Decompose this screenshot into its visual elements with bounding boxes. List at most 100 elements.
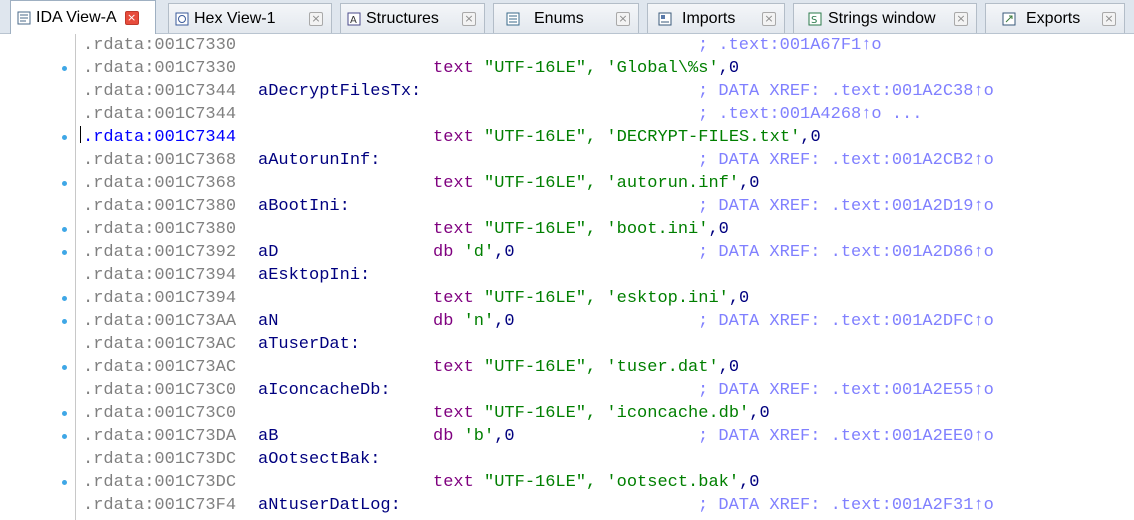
line-label-name[interactable]: aN xyxy=(258,310,278,333)
close-icon[interactable]: × xyxy=(762,11,776,26)
line-comment[interactable]: ; .text:001A67F1↑o xyxy=(698,34,882,57)
listing-line[interactable]: .rdata:001C7380 aBootIni: ; DATA XREF: .te… xyxy=(80,195,1134,218)
line-comment[interactable]: ; DATA XREF: .text:001A2CB2↑o xyxy=(698,149,994,172)
listing-line[interactable]: .rdata:001C7368 text "UTF-16LE", 'autorun… xyxy=(80,172,1134,195)
line-label-name[interactable]: aDecryptFilesTx: xyxy=(258,80,421,103)
line-address[interactable]: .rdata:001C73DA xyxy=(83,425,236,448)
line-comment[interactable]: ; DATA XREF: .text:001A2DFC↑o xyxy=(698,310,994,333)
tab-ida-view-a[interactable]: IDA View-A × xyxy=(10,0,156,34)
line-comment[interactable]: ; DATA XREF: .text:001A2E55↑o xyxy=(698,379,994,402)
line-address[interactable]: .rdata:001C73AC xyxy=(83,333,236,356)
line-comment[interactable]: ; DATA XREF: .text:001A2D19↑o xyxy=(698,195,994,218)
line-instruction[interactable]: text "UTF-16LE", 'Global\%s',0 xyxy=(433,57,739,80)
close-icon[interactable]: × xyxy=(124,10,139,25)
listing-line[interactable]: .rdata:001C7344 ; .text:001A4268↑o ... xyxy=(80,103,1134,126)
listing-line[interactable]: .rdata:001C7394 text "UTF-16LE", 'esktop.… xyxy=(80,287,1134,310)
tab-exports[interactable]: Exports × xyxy=(985,3,1125,33)
breakpoint-dot-icon[interactable] xyxy=(62,411,67,416)
breakpoint-dot-icon[interactable] xyxy=(62,227,67,232)
listing-line[interactable]: .rdata:001C73DC aOotsectBak: xyxy=(80,448,1134,471)
line-address[interactable]: .rdata:001C73F4 xyxy=(83,494,236,517)
line-label-name[interactable]: aIconcacheDb: xyxy=(258,379,391,402)
line-instruction[interactable]: text "UTF-16LE", 'DECRYPT-FILES.txt',0 xyxy=(433,126,821,149)
line-instruction[interactable]: text "UTF-16LE", 'iconcache.db',0 xyxy=(433,402,770,425)
line-instruction[interactable]: text "UTF-16LE", 'tuser.dat',0 xyxy=(433,356,739,379)
line-comment[interactable]: ; DATA XREF: .text:001A2F31↑o xyxy=(698,494,994,517)
line-instruction[interactable]: text "UTF-16LE", 'ootsect.bak',0 xyxy=(433,471,759,494)
line-address[interactable]: .rdata:001C7368 xyxy=(83,149,236,172)
close-icon[interactable]: × xyxy=(1102,11,1116,26)
tab-strings-window[interactable]: S Strings window × xyxy=(793,3,977,33)
breakpoint-dot-icon[interactable] xyxy=(62,250,67,255)
line-address[interactable]: .rdata:001C7380 xyxy=(83,218,236,241)
close-icon[interactable]: × xyxy=(462,11,476,26)
line-address[interactable]: .rdata:001C7394 xyxy=(83,287,236,310)
tab-imports[interactable]: Imports × xyxy=(647,3,785,33)
line-instruction[interactable]: text "UTF-16LE", 'esktop.ini',0 xyxy=(433,287,749,310)
tab-structures[interactable]: A Structures × xyxy=(340,3,485,33)
listing-line[interactable]: .rdata:001C73F4 aNtuserDatLog: ; DATA XREF… xyxy=(80,494,1134,517)
line-label-name[interactable]: aEsktopIni: xyxy=(258,264,370,287)
close-icon[interactable]: × xyxy=(954,11,968,26)
listing-line[interactable]: .rdata:001C7380 text "UTF-16LE", 'boot.in… xyxy=(80,218,1134,241)
listing-line[interactable]: .rdata:001C7394 aEsktopIni: xyxy=(80,264,1134,287)
listing-line[interactable]: .rdata:001C73C0 text "UTF-16LE", 'iconcac… xyxy=(80,402,1134,425)
line-instruction[interactable]: db 'b',0 xyxy=(433,425,515,448)
line-label-name[interactable]: aOotsectBak: xyxy=(258,448,380,471)
breakpoint-dot-icon[interactable] xyxy=(62,365,67,370)
line-address[interactable]: .rdata:001C7344 xyxy=(83,126,236,149)
line-address[interactable]: .rdata:001C73C0 xyxy=(83,379,236,402)
listing-line[interactable]: .rdata:001C73AC text "UTF-16LE", 'tuser.d… xyxy=(80,356,1134,379)
line-comment[interactable]: ; DATA XREF: .text:001A2D86↑o xyxy=(698,241,994,264)
line-address[interactable]: .rdata:001C73AC xyxy=(83,356,236,379)
line-address[interactable]: .rdata:001C7394 xyxy=(83,264,236,287)
line-address[interactable]: .rdata:001C7344 xyxy=(83,80,236,103)
line-address[interactable]: .rdata:001C7392 xyxy=(83,241,236,264)
disassembly-listing[interactable]: .rdata:001C7330; .text:001A67F1↑o .rdata:… xyxy=(80,34,1134,520)
line-address[interactable]: .rdata:001C73DC xyxy=(83,471,236,494)
listing-line[interactable]: .rdata:001C73AA aN db 'n',0 ; DATA XREF: .t… xyxy=(80,310,1134,333)
line-comment[interactable]: ; .text:001A4268↑o ... xyxy=(698,103,922,126)
line-address[interactable]: .rdata:001C73AA xyxy=(83,310,236,333)
line-label-name[interactable]: aNtuserDatLog: xyxy=(258,494,401,517)
listing-line[interactable]: .rdata:001C73DC text "UTF-16LE", 'ootsect… xyxy=(80,471,1134,494)
line-label-name[interactable]: aD xyxy=(258,241,278,264)
breakpoint-dot-icon[interactable] xyxy=(62,296,67,301)
listing-line[interactable]: .rdata:001C73C0 aIconcacheDb: ; DATA XREF:… xyxy=(80,379,1134,402)
listing-line[interactable]: .rdata:001C7368 aAutorunInf: ; DATA XREF: … xyxy=(80,149,1134,172)
line-label-name[interactable]: aBootIni: xyxy=(258,195,350,218)
line-instruction[interactable]: db 'n',0 xyxy=(433,310,515,333)
breakpoint-dot-icon[interactable] xyxy=(62,66,67,71)
listing-line[interactable]: .rdata:001C73DA aB db 'b',0 ; DATA XREF: .t… xyxy=(80,425,1134,448)
breakpoint-dot-icon[interactable] xyxy=(62,135,67,140)
breakpoint-dot-icon[interactable] xyxy=(62,181,67,186)
line-instruction[interactable]: text "UTF-16LE", 'autorun.inf',0 xyxy=(433,172,759,195)
listing-line[interactable]: .rdata:001C73AC aTuserDat: xyxy=(80,333,1134,356)
line-address[interactable]: .rdata:001C7380 xyxy=(83,195,236,218)
line-address[interactable]: .rdata:001C7344 xyxy=(83,103,236,126)
breakpoint-dot-icon[interactable] xyxy=(62,319,67,324)
line-address[interactable]: .rdata:001C7368 xyxy=(83,172,236,195)
close-icon[interactable]: × xyxy=(309,11,323,26)
tab-enums[interactable]: Enums × xyxy=(493,3,639,33)
line-address[interactable]: .rdata:001C73DC xyxy=(83,448,236,471)
line-address[interactable]: .rdata:001C7330 xyxy=(83,57,236,80)
breakpoint-dot-icon[interactable] xyxy=(62,480,67,485)
listing-line[interactable]: .rdata:001C7344 aDecryptFilesTx: ; DATA XR… xyxy=(80,80,1134,103)
line-instruction[interactable]: text "UTF-16LE", 'boot.ini',0 xyxy=(433,218,729,241)
line-address[interactable]: .rdata:001C73C0 xyxy=(83,402,236,425)
line-comment[interactable]: ; DATA XREF: .text:001A2C38↑o xyxy=(698,80,994,103)
line-label-name[interactable]: aTuserDat: xyxy=(258,333,360,356)
line-address[interactable]: .rdata:001C7330 xyxy=(83,34,236,57)
line-label-name[interactable]: aAutorunInf: xyxy=(258,149,380,172)
line-instruction[interactable]: db 'd',0 xyxy=(433,241,515,264)
listing-line[interactable]: .rdata:001C7392 aD db 'd',0 ; DATA XREF: .t… xyxy=(80,241,1134,264)
line-label-name[interactable]: aB xyxy=(258,425,278,448)
breakpoint-gutter[interactable] xyxy=(0,34,76,520)
listing-line[interactable]: .rdata:001C7330 ; .text:001A67F1↑o xyxy=(80,34,1134,57)
close-icon[interactable]: × xyxy=(616,11,630,26)
tab-hex-view-1[interactable]: Hex View-1 × xyxy=(168,3,332,33)
listing-line[interactable]: .rdata:001C7330 text "UTF-16LE", 'Global\… xyxy=(80,57,1134,80)
line-comment[interactable]: ; DATA XREF: .text:001A2EE0↑o xyxy=(698,425,994,448)
breakpoint-dot-icon[interactable] xyxy=(62,434,67,439)
